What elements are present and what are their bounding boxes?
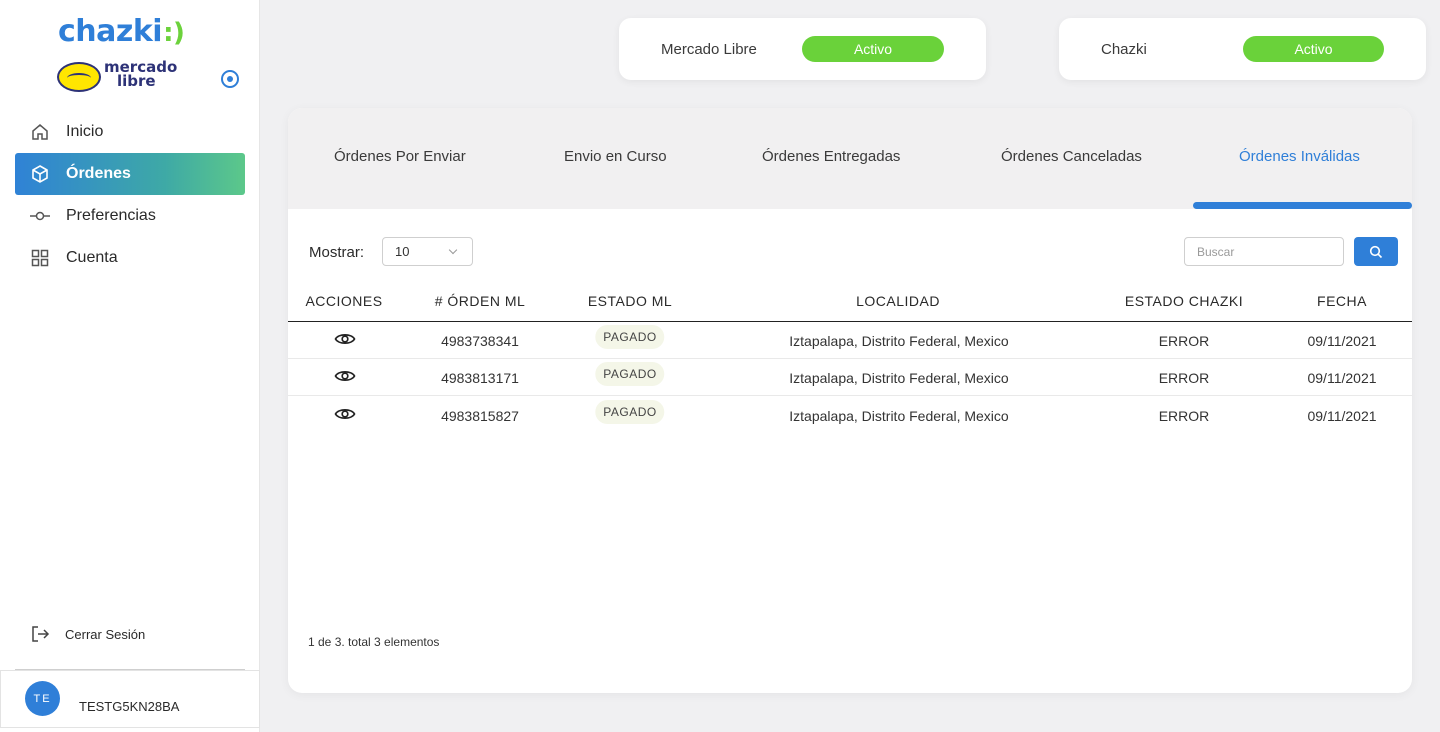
status-badge: Activo xyxy=(802,36,944,62)
search-input[interactable] xyxy=(1184,237,1344,266)
sidebar-item-cuenta[interactable]: Cuenta xyxy=(15,237,245,279)
sidebar-item-label: Órdenes xyxy=(66,165,131,182)
tab-ordenes-por-enviar[interactable]: Órdenes Por Enviar xyxy=(334,148,466,165)
status-badge: PAGADO xyxy=(595,400,665,424)
handshake-icon xyxy=(57,62,101,92)
chazki-logo[interactable]: chazki:) xyxy=(58,14,185,49)
status-badge: PAGADO xyxy=(595,325,665,349)
sidebar-item-label: Preferencias xyxy=(66,207,156,224)
status-card-label: Chazki xyxy=(1101,41,1147,58)
target-icon[interactable] xyxy=(221,70,239,88)
order-number: 4983815827 xyxy=(441,408,519,424)
row-divider xyxy=(288,395,1412,396)
column-header-estado-ml: ESTADO ML xyxy=(587,293,673,309)
column-header-localidad: LOCALIDAD xyxy=(856,293,940,309)
tab-bar: Órdenes Por Enviar Envio en Curso Órdene… xyxy=(288,108,1412,209)
column-header-fecha: FECHA xyxy=(1317,293,1367,309)
commit-icon xyxy=(29,205,51,227)
logout-icon xyxy=(32,626,50,642)
status-badge: Activo xyxy=(1243,36,1384,62)
eye-icon[interactable] xyxy=(334,368,356,384)
tab-envio-en-curso[interactable]: Envio en Curso xyxy=(564,148,667,165)
eye-icon[interactable] xyxy=(334,406,356,422)
search-button[interactable] xyxy=(1354,237,1398,266)
grid-icon xyxy=(29,247,51,269)
localidad: Iztapalapa, Distrito Federal, Mexico xyxy=(789,408,1009,424)
estado-chazki: ERROR xyxy=(1158,333,1210,349)
mercado-libre-logo: mercado libre xyxy=(57,60,187,94)
chevron-down-icon xyxy=(448,245,458,255)
sidebar-item-ordenes[interactable]: Órdenes xyxy=(15,153,245,195)
fecha: 09/11/2021 xyxy=(1307,408,1377,424)
localidad: Iztapalapa, Distrito Federal, Mexico xyxy=(789,370,1009,386)
table-row: 4983815827 PAGADO Iztapalapa, Distrito F… xyxy=(288,397,1412,434)
estado-chazki: ERROR xyxy=(1158,370,1210,386)
column-header-orden: # ÓRDEN ML xyxy=(434,293,526,309)
eye-icon[interactable] xyxy=(334,331,356,347)
tab-ordenes-entregadas[interactable]: Órdenes Entregadas xyxy=(762,148,900,165)
status-card-mercado-libre: Mercado Libre Activo xyxy=(619,18,986,80)
logout-label: Cerrar Sesión xyxy=(65,626,146,642)
logout-button[interactable]: Cerrar Sesión xyxy=(30,624,145,644)
username: TESTG5KN28BA xyxy=(79,699,180,714)
page-size-select[interactable]: 10 xyxy=(382,237,473,266)
orders-panel: Órdenes Por Enviar Envio en Curso Órdene… xyxy=(288,108,1412,693)
tab-ordenes-invalidas[interactable]: Órdenes Inválidas xyxy=(1239,148,1360,165)
sidebar-item-preferencias[interactable]: Preferencias xyxy=(15,195,245,237)
pagination-info: 1 de 3. total 3 elementos xyxy=(308,635,440,649)
table-row: 4983738341 PAGADO Iztapalapa, Distrito F… xyxy=(288,322,1412,359)
tab-ordenes-canceladas[interactable]: Órdenes Canceladas xyxy=(1001,148,1142,165)
order-number: 4983738341 xyxy=(441,333,519,349)
fecha: 09/11/2021 xyxy=(1307,333,1377,349)
sidebar-item-label: Cuenta xyxy=(66,249,118,266)
active-tab-indicator xyxy=(1193,202,1412,209)
sidebar-nav: Inicio Órdenes Preferencias Cuenta xyxy=(15,111,245,279)
column-header-estado-chazki: ESTADO CHAZKI xyxy=(1124,293,1244,309)
sidebar-item-label: Inicio xyxy=(66,123,104,140)
box-icon xyxy=(29,163,51,185)
estado-chazki: ERROR xyxy=(1158,408,1210,424)
status-card-chazki: Chazki Activo xyxy=(1059,18,1426,80)
status-badge: PAGADO xyxy=(595,362,665,386)
status-card-label: Mercado Libre xyxy=(661,41,757,58)
avatar: TE xyxy=(25,681,60,716)
user-profile[interactable]: TE TESTG5KN28BA xyxy=(0,670,260,728)
search-icon xyxy=(1369,245,1383,258)
show-label: Mostrar: xyxy=(309,244,365,261)
fecha: 09/11/2021 xyxy=(1307,370,1377,386)
ml-logo-text-2: libre xyxy=(117,72,156,90)
home-icon xyxy=(29,121,51,143)
order-number: 4983813171 xyxy=(441,370,519,386)
page-size-value: 10 xyxy=(395,244,410,259)
column-header-acciones: ACCIONES xyxy=(305,293,383,309)
localidad: Iztapalapa, Distrito Federal, Mexico xyxy=(789,333,1009,349)
sidebar: chazki:) mercado libre Inicio Órdenes Pr… xyxy=(0,0,260,732)
table-row: 4983813171 PAGADO Iztapalapa, Distrito F… xyxy=(288,359,1412,396)
sidebar-item-inicio[interactable]: Inicio xyxy=(15,111,245,153)
